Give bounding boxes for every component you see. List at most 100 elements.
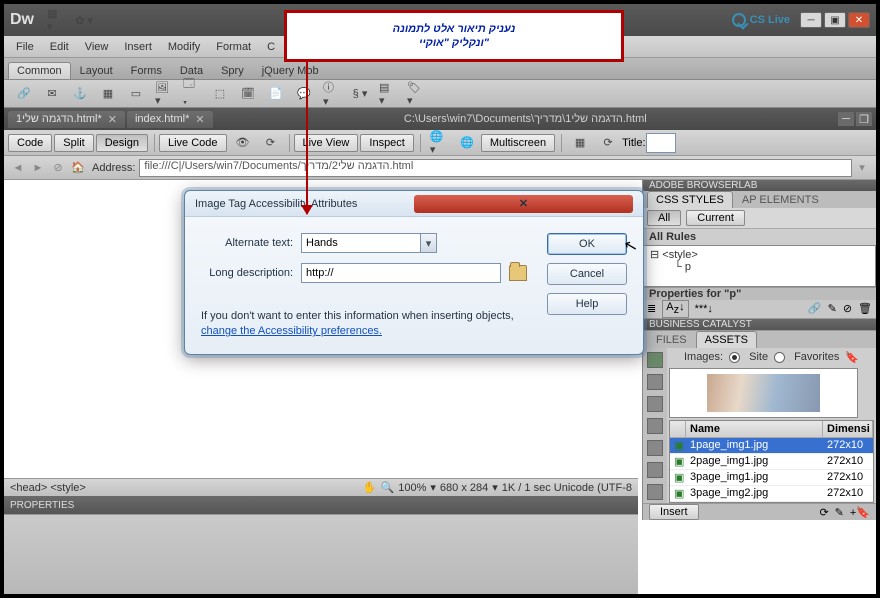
head-icon[interactable]: ⓘ ▾ — [323, 85, 341, 103]
asset-media-icon[interactable] — [647, 418, 663, 434]
radio-site[interactable] — [729, 352, 740, 363]
css-current-button[interactable]: Current — [686, 210, 745, 226]
address-input[interactable]: file:///C|/Users/win7/Documents/הדגמה של… — [139, 159, 852, 177]
asset-row[interactable]: ▣3page_img2.jpg272x10 — [670, 486, 873, 502]
radio-favorites[interactable] — [774, 352, 785, 363]
home-icon[interactable]: 🏠 — [70, 160, 86, 176]
image-icon[interactable]: 🖼 ▾ — [155, 85, 173, 103]
tab-css-styles[interactable]: CSS STYLES — [647, 191, 733, 208]
tab-forms[interactable]: Forms — [122, 62, 171, 79]
div-icon[interactable]: ▭ — [127, 85, 145, 103]
livecode-button[interactable]: Live Code — [159, 134, 227, 152]
delete-rule-icon[interactable]: 🗑 — [858, 302, 872, 315]
template-icon[interactable]: ▤ ▾ — [379, 85, 397, 103]
inspect-live-icon[interactable]: 👁 — [234, 134, 252, 152]
panel-business-catalyst[interactable]: BUSINESS CATALYST — [643, 319, 876, 330]
liveview-button[interactable]: Live View — [294, 134, 359, 152]
table-icon[interactable]: ▦ — [99, 85, 117, 103]
live-data-icon[interactable]: ⟳ — [262, 134, 280, 152]
asset-library-icon[interactable] — [647, 484, 663, 500]
window-size[interactable]: 680 x 284 — [440, 482, 488, 494]
tab-ap-elements[interactable]: AP ELEMENTS — [733, 191, 828, 208]
asset-urls-icon[interactable] — [647, 396, 663, 412]
refresh-icon[interactable]: ⟳ — [599, 134, 617, 152]
zoom-tool-icon[interactable]: 🔍 — [381, 481, 395, 494]
help-button[interactable]: Help — [547, 293, 627, 315]
multiscreen-button[interactable]: Multiscreen — [481, 134, 555, 152]
tab-common[interactable]: Common — [8, 62, 71, 79]
tag-selector[interactable]: <head> <style> — [10, 482, 363, 494]
category-icon[interactable]: ***↓ — [695, 303, 713, 315]
ok-button[interactable]: OK — [547, 233, 627, 255]
date-icon[interactable]: 🗓 — [239, 85, 257, 103]
asset-colors-icon[interactable] — [647, 374, 663, 390]
media-icon[interactable]: 🗔 ▾ — [183, 85, 201, 103]
close-icon[interactable]: ✕ — [108, 113, 117, 126]
tab-assets[interactable]: ASSETS — [696, 331, 757, 348]
edit-asset-icon[interactable]: ✎ — [835, 506, 844, 519]
browser-nav-icon[interactable]: 🌐▾ — [430, 134, 448, 152]
longdesc-input[interactable] — [301, 263, 501, 283]
globe-icon[interactable]: 🌐 — [458, 134, 476, 152]
rule-style[interactable]: ⊟ <style> — [646, 248, 873, 261]
attach-css-icon[interactable]: 🔗 — [808, 302, 822, 315]
hyperlink-icon[interactable]: 🔗 — [15, 85, 33, 103]
rule-p[interactable]: └ p — [646, 261, 873, 273]
extend-icon[interactable]: ✿ ▾ — [75, 11, 93, 29]
menu-view[interactable]: View — [77, 41, 117, 53]
tab-layout[interactable]: Layout — [71, 62, 122, 79]
asset-templates-icon[interactable] — [647, 462, 663, 478]
title-input[interactable] — [646, 133, 676, 153]
forward-icon[interactable]: ► — [30, 160, 46, 176]
email-icon[interactable]: ✉ — [43, 85, 61, 103]
doc-tab-1[interactable]: הדגמה שלי1.html* ✕ — [8, 111, 125, 128]
script-icon[interactable]: § ▾ — [351, 85, 369, 103]
menu-more[interactable]: C — [259, 41, 283, 53]
layout-icon[interactable]: ▦ ▾ — [47, 11, 65, 29]
tab-spry[interactable]: Spry — [212, 62, 253, 79]
inspect-button[interactable]: Inspect — [360, 134, 413, 152]
menu-edit[interactable]: Edit — [42, 41, 77, 53]
doc-tab-2[interactable]: index.html* ✕ — [127, 111, 213, 128]
add-property-icon[interactable]: ≣ — [647, 302, 656, 315]
cancel-button[interactable]: Cancel — [547, 263, 627, 285]
alt-text-input[interactable] — [301, 233, 421, 253]
comment-icon[interactable]: 💬 — [295, 85, 313, 103]
doc-minimize-icon[interactable]: ─ — [838, 112, 854, 126]
tab-jquery[interactable]: jQuery Mob — [253, 62, 328, 79]
stop-icon[interactable]: ⊘ — [50, 160, 66, 176]
code-button[interactable]: Code — [8, 134, 52, 152]
add-favorite-icon[interactable]: +🔖 — [850, 506, 870, 519]
menu-format[interactable]: Format — [208, 41, 259, 53]
cslive-label[interactable]: CS Live — [750, 14, 790, 26]
minimize-button[interactable]: ─ — [800, 12, 822, 28]
doc-restore-icon[interactable]: ❐ — [856, 112, 872, 126]
split-button[interactable]: Split — [54, 134, 93, 152]
visual-aids-icon[interactable]: ▦ — [571, 134, 589, 152]
menu-modify[interactable]: Modify — [160, 41, 208, 53]
maximize-button[interactable]: ▣ — [824, 12, 846, 28]
close-icon[interactable]: ✕ — [195, 113, 204, 126]
dialog-close-button[interactable]: ✕ — [414, 195, 633, 213]
asset-images-icon[interactable] — [647, 352, 663, 368]
ssi-icon[interactable]: 📄 — [267, 85, 285, 103]
edit-rule-icon[interactable]: ⊘ — [843, 302, 852, 315]
asset-row[interactable]: ▣1page_img1.jpg272x10 — [670, 438, 873, 454]
anchor-icon[interactable]: ⚓ — [71, 85, 89, 103]
browse-folder-icon[interactable] — [509, 265, 527, 281]
tab-files[interactable]: FILES — [647, 331, 696, 348]
hand-tool-icon[interactable]: ✋ — [363, 481, 377, 494]
accessibility-prefs-link[interactable]: change the Accessibility preferences. — [201, 325, 382, 337]
asset-row[interactable]: ▣3page_img1.jpg272x10 — [670, 470, 873, 486]
th-name[interactable]: Name — [686, 421, 823, 437]
refresh-assets-icon[interactable]: ⟳ — [819, 506, 828, 519]
properties-panel-header[interactable]: PROPERTIES — [4, 496, 638, 514]
widget-icon[interactable]: ⬚ — [211, 85, 229, 103]
close-button[interactable]: ✕ — [848, 12, 870, 28]
menu-file[interactable]: File — [8, 41, 42, 53]
new-rule-icon[interactable]: ✎ — [828, 302, 837, 315]
asset-row[interactable]: ▣2page_img1.jpg272x10 — [670, 454, 873, 470]
back-icon[interactable]: ◄ — [10, 160, 26, 176]
zoom-value[interactable]: 100% — [398, 482, 426, 494]
menu-insert[interactable]: Insert — [116, 41, 160, 53]
